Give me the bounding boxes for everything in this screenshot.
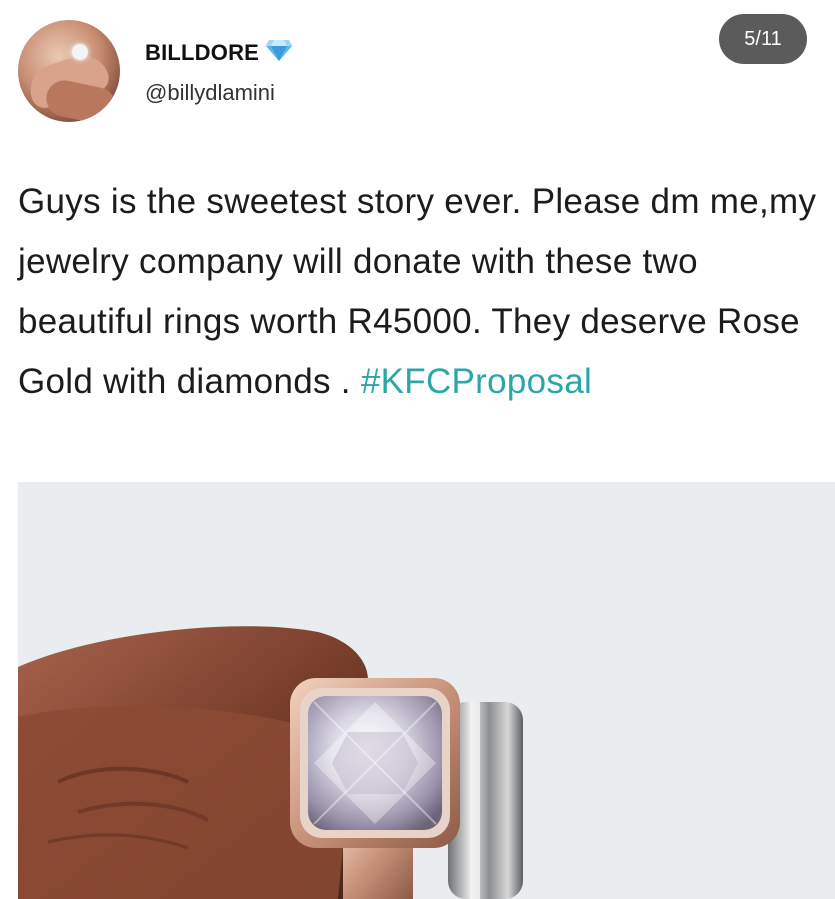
avatar[interactable] [18,20,120,122]
rings-photo [18,482,835,899]
author-name-row[interactable]: BILLDORE [145,38,293,67]
blue-diamond-icon [265,38,293,67]
author-name[interactable]: BILLDORE [145,40,259,66]
author-handle[interactable]: @billydlamini [145,80,275,106]
post-text: Guys is the sweetest story ever. Please … [18,172,818,412]
avatar-ring [72,44,88,60]
post-photo[interactable] [18,482,835,899]
hashtag-link[interactable]: #KFCProposal [361,362,592,401]
image-counter-badge: 5/11 [719,14,807,64]
